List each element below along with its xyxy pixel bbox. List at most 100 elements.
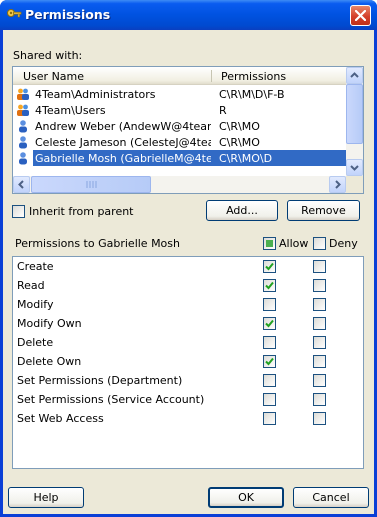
permission-row: Read [13, 277, 363, 296]
horizontal-scroll-thumb[interactable] [31, 176, 151, 193]
permission-name: Modify [17, 298, 54, 311]
allow-checkbox[interactable] [263, 260, 276, 273]
group-icon [16, 103, 30, 117]
chevron-right-icon [335, 180, 341, 189]
group-icon [16, 87, 30, 101]
user-permissions: C\R\MO\D [219, 152, 273, 165]
dialog-body: Shared with: User Name Permissions 4Team… [3, 30, 374, 514]
shared-user-row[interactable]: 4Team\Users R [13, 102, 346, 118]
permission-row: Delete [13, 334, 363, 353]
checkmark-icon [265, 262, 274, 271]
allow-checkbox[interactable] [263, 412, 276, 425]
user-permissions: R [219, 104, 227, 117]
checkmark-icon [265, 281, 274, 290]
permission-name: Create [17, 260, 54, 273]
permission-row: Delete Own [13, 353, 363, 372]
allow-header-checkbox[interactable] [263, 237, 276, 250]
close-button[interactable] [350, 5, 371, 26]
permission-name: Delete [17, 336, 54, 349]
column-divider[interactable] [211, 70, 212, 82]
key-icon [7, 9, 22, 18]
allow-indicator [266, 240, 273, 247]
permissions-window: Permissions Shared with: User Name Permi… [0, 0, 377, 517]
deny-checkbox[interactable] [313, 260, 326, 273]
allow-checkbox[interactable] [263, 393, 276, 406]
chevron-up-icon [350, 72, 359, 78]
permission-name: Set Web Access [17, 412, 104, 425]
user-permissions: C\R\M\D\F-B [219, 88, 285, 101]
checkmark-icon [265, 319, 274, 328]
user-name: 4Team\Administrators [35, 88, 156, 101]
user-name: Gabrielle Mosh (GabrielleM@4team.... [35, 152, 211, 165]
close-icon [355, 10, 366, 21]
shared-user-row[interactable]: Celeste Jameson (CelesteJ@4team.... C\R\M… [13, 134, 346, 150]
user-permissions: C\R\MO [219, 120, 260, 133]
allow-checkbox[interactable] [263, 279, 276, 292]
scroll-left-button[interactable] [13, 176, 30, 193]
deny-header-checkbox[interactable] [313, 237, 326, 250]
deny-checkbox[interactable] [313, 298, 326, 311]
allow-checkbox[interactable] [263, 317, 276, 330]
title-bar[interactable]: Permissions [0, 0, 377, 30]
shared-user-row[interactable]: Andrew Weber (AndewW@4team.... C\R\MO [13, 118, 346, 134]
column-permissions[interactable]: Permissions [221, 70, 286, 83]
permission-name: Modify Own [17, 317, 82, 330]
permission-name: Read [17, 279, 45, 292]
user-icon [16, 119, 30, 133]
scroll-down-button[interactable] [346, 159, 363, 176]
permission-row: Modify Own [13, 315, 363, 334]
user-icon [16, 151, 30, 165]
help-button[interactable]: Help [8, 487, 84, 508]
shared-with-label: Shared with: [13, 49, 83, 62]
user-permissions: C\R\MO [219, 136, 260, 149]
scroll-right-button[interactable] [329, 176, 346, 193]
column-user-name[interactable]: User Name [23, 70, 84, 83]
allow-checkbox[interactable] [263, 374, 276, 387]
user-name: Celeste Jameson (CelesteJ@4team.... [35, 136, 211, 149]
list-header: User Name Permissions [13, 67, 346, 85]
vertical-scrollbar[interactable] [346, 67, 363, 176]
shared-with-list[interactable]: User Name Permissions 4Team\Administrato… [12, 66, 364, 194]
inherit-checkbox[interactable] [12, 205, 25, 218]
permissions-list: Create Read Modify Modify Own Delete Delete O… [12, 256, 364, 469]
vertical-scroll-thumb[interactable] [346, 84, 363, 144]
scroll-up-button[interactable] [346, 67, 363, 84]
grip-icon [86, 181, 97, 188]
cancel-button[interactable]: Cancel [293, 487, 369, 508]
inherit-label: Inherit from parent [29, 205, 134, 218]
allow-checkbox[interactable] [263, 298, 276, 311]
ok-button[interactable]: OK [208, 487, 284, 508]
remove-button[interactable]: Remove [287, 200, 360, 221]
permission-row: Set Permissions (Department) [13, 372, 363, 391]
shared-user-row[interactable]: Gabrielle Mosh (GabrielleM@4team.... C\R\… [13, 150, 346, 166]
user-icon [16, 135, 30, 149]
chevron-left-icon [18, 180, 24, 189]
deny-checkbox[interactable] [313, 374, 326, 387]
deny-checkbox[interactable] [313, 412, 326, 425]
deny-checkbox[interactable] [313, 317, 326, 330]
deny-column-label: Deny [329, 237, 358, 250]
permission-row: Set Permissions (Service Account) [13, 391, 363, 410]
deny-checkbox[interactable] [313, 279, 326, 292]
permissions-for-label: Permissions to Gabrielle Mosh [15, 237, 180, 250]
permission-name: Delete Own [17, 355, 82, 368]
user-name: Andrew Weber (AndewW@4team.... [35, 120, 211, 133]
allow-checkbox[interactable] [263, 336, 276, 349]
user-name: 4Team\Users [35, 104, 106, 117]
chevron-down-icon [350, 165, 359, 171]
permission-name: Set Permissions (Department) [17, 374, 183, 387]
permission-row: Set Web Access [13, 410, 363, 429]
allow-column-label: Allow [279, 237, 309, 250]
shared-user-row[interactable]: 4Team\Administrators C\R\M\D\F-B [13, 86, 346, 102]
deny-checkbox[interactable] [313, 336, 326, 349]
permission-row: Modify [13, 296, 363, 315]
permission-row: Create [13, 258, 363, 277]
horizontal-scrollbar[interactable] [13, 176, 346, 193]
deny-checkbox[interactable] [313, 355, 326, 368]
scroll-corner [346, 176, 363, 193]
checkmark-icon [265, 357, 274, 366]
permission-name: Set Permissions (Service Account) [17, 393, 205, 406]
deny-checkbox[interactable] [313, 393, 326, 406]
allow-checkbox[interactable] [263, 355, 276, 368]
add-button[interactable]: Add... [206, 200, 278, 221]
